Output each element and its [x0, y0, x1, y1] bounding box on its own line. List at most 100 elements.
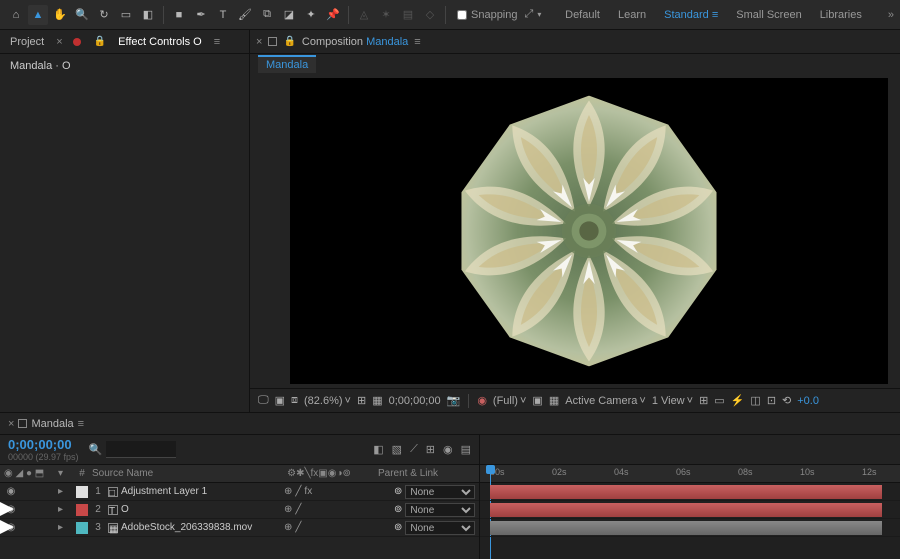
timeline-tab-mandala[interactable]: Mandala — [31, 418, 73, 430]
composition-mini-flowchart-icon[interactable]: ◧ — [373, 443, 383, 456]
layer-switches[interactable]: ⊕╱ — [280, 522, 390, 533]
transparency-icon[interactable]: ▦ — [549, 394, 559, 407]
workspace-small-screen[interactable]: Small Screen — [736, 9, 801, 21]
layer-row[interactable]: ◉ ▸ 3 ▦AdobeStock_206339838.mov ⊕╱ ⊚None — [0, 519, 479, 537]
fast-preview-icon[interactable]: ⚡ — [731, 394, 745, 407]
column-source-name[interactable]: Source Name — [90, 468, 264, 479]
color-label[interactable] — [76, 504, 88, 516]
zoom-dropdown[interactable]: (82.6%) ˅ — [304, 395, 351, 407]
lock-icon[interactable]: 🔒 — [94, 36, 106, 47]
layer-row[interactable]: ◉ ▸ 2 TO ⊕╱ ⊚None — [0, 501, 479, 519]
workspace-learn[interactable]: Learn — [618, 9, 646, 21]
tab-effect-controls[interactable]: Effect Controls O — [116, 32, 204, 52]
pen-tool-icon[interactable]: ✒ — [191, 5, 211, 25]
zoom-tool-icon[interactable]: 🔍 — [72, 5, 92, 25]
timecode-display[interactable]: 0;00;00;00 00000 (29.97 fps) — [8, 437, 79, 462]
layer-bar-2[interactable] — [490, 503, 882, 517]
close-timeline-icon[interactable]: × — [8, 418, 14, 430]
grid-icon[interactable]: ▦ — [372, 394, 382, 407]
snapping-checkbox[interactable] — [457, 10, 467, 20]
snapping-toggle[interactable]: Snapping ⤢ ▾ — [457, 8, 541, 21]
view-dropdown[interactable]: 1 View ˅ — [652, 395, 693, 407]
snapping-label: Snapping — [471, 9, 518, 21]
draft-3d-icon[interactable]: ▧ — [392, 443, 402, 456]
hand-tool-icon[interactable]: ✋ — [50, 5, 70, 25]
exposure-value[interactable]: +0.0 — [797, 395, 819, 407]
color-label[interactable] — [76, 522, 88, 534]
workspace-libraries[interactable]: Libraries — [820, 9, 862, 21]
marker-icon[interactable] — [268, 37, 277, 46]
color-label[interactable] — [76, 486, 88, 498]
pixel-aspect-icon[interactable]: ▭ — [714, 394, 724, 407]
motion-blur-icon[interactable]: ◉ — [443, 443, 453, 456]
pickwhip-icon[interactable]: ⊚ — [394, 486, 402, 497]
tab-project[interactable]: Project — [8, 32, 46, 52]
graph-editor-icon[interactable]: ▤ — [461, 443, 471, 456]
shape-tool-icon[interactable]: ■ — [169, 5, 189, 25]
panel-menu-icon[interactable]: ≡ — [414, 36, 420, 48]
twirl-icon[interactable]: ▸ — [58, 522, 63, 533]
frame-blend-icon[interactable]: ⊞ — [426, 443, 435, 456]
panel-menu-icon[interactable]: ≡ — [78, 418, 84, 430]
chevron-down-icon[interactable]: ▾ — [537, 10, 541, 19]
twirl-icon[interactable]: ▸ — [58, 504, 63, 515]
layer-switches[interactable]: ⊕╱fx — [280, 486, 390, 497]
layer-bar-3[interactable] — [490, 521, 882, 535]
parent-dropdown[interactable]: None — [405, 485, 475, 499]
viewer-subtab-mandala[interactable]: Mandala — [258, 55, 316, 73]
parent-dropdown[interactable]: None — [405, 521, 475, 535]
unit-icon[interactable]: ⊞ — [699, 394, 708, 407]
monitor-icon[interactable]: ▣ — [275, 394, 285, 407]
visibility-icon[interactable]: ◉ — [4, 486, 18, 497]
reset-exposure-icon[interactable]: ⟲ — [782, 394, 791, 407]
layer-switches[interactable]: ⊕╱ — [280, 504, 390, 515]
parent-dropdown[interactable]: None — [405, 503, 475, 517]
lock-icon[interactable]: 🔒 — [283, 36, 295, 47]
workspace-default[interactable]: Default — [565, 9, 600, 21]
layer-name[interactable]: TO — [106, 504, 280, 515]
marker-icon[interactable] — [18, 419, 27, 428]
pickwhip-icon[interactable]: ⊚ — [394, 522, 402, 533]
text-tool-icon[interactable]: T — [213, 5, 233, 25]
timeline-icon[interactable]: ◫ — [750, 394, 760, 407]
pin-tool-icon[interactable]: 📌 — [323, 5, 343, 25]
canvas[interactable] — [290, 78, 888, 384]
clone-tool-icon[interactable]: ⧉ — [257, 5, 277, 25]
camera-dropdown[interactable]: Active Camera ˅ — [565, 395, 646, 407]
pickwhip-icon[interactable]: ⊚ — [394, 504, 402, 515]
twirl-icon[interactable]: ▸ — [58, 486, 63, 497]
panel-menu-icon[interactable]: ≡ — [214, 36, 220, 48]
resolution-dropdown[interactable]: (Full) ˅ — [493, 395, 527, 407]
close-icon[interactable]: × — [56, 36, 62, 48]
layer-name[interactable]: □Adjustment Layer 1 — [106, 486, 280, 497]
layer-name[interactable]: ▦AdobeStock_206339838.mov — [106, 522, 280, 533]
timeline-track-area[interactable]: 00s02s04s06s08s10s12s — [480, 465, 900, 559]
brush-tool-icon[interactable]: 🖌 — [235, 5, 255, 25]
time-ruler[interactable]: 00s02s04s06s08s10s12s — [480, 465, 900, 483]
rectangle-tool-icon[interactable]: ▭ — [116, 5, 136, 25]
more-workspaces-icon[interactable]: » — [888, 9, 894, 21]
timecode-display[interactable]: 0;00;00;00 — [389, 395, 441, 407]
search-input[interactable] — [106, 441, 176, 458]
shy-icon[interactable]: ⟋ — [410, 443, 418, 456]
eraser-tool-icon[interactable]: ◪ — [279, 5, 299, 25]
roto-tool-icon[interactable]: ◧ — [138, 5, 158, 25]
layer-row[interactable]: ◉ ▸ 1 □Adjustment Layer 1 ⊕╱fx ⊚None — [0, 483, 479, 501]
snapshot-icon[interactable]: 📷 — [447, 394, 461, 407]
close-viewer-icon[interactable]: × — [256, 36, 262, 48]
workspace-standard[interactable]: Standard ≡ — [664, 9, 718, 21]
orbit-tool-icon[interactable]: ↻ — [94, 5, 114, 25]
snapping-options-icon[interactable]: ⤢ — [525, 8, 534, 21]
puppet-tool-icon[interactable]: ✦ — [301, 5, 321, 25]
flowchart-icon[interactable]: ⊡ — [767, 394, 776, 407]
alpha-icon[interactable]: ⧈ — [291, 394, 298, 407]
roi-icon[interactable]: ▣ — [532, 394, 542, 407]
resolution-icon[interactable]: ⊞ — [357, 394, 366, 407]
column-parent[interactable]: Parent & Link — [374, 468, 479, 479]
search-icon[interactable]: 🔍 — [89, 443, 103, 456]
layer-bar-1[interactable] — [490, 485, 882, 499]
color-channel-icon[interactable]: ◉ — [477, 394, 487, 407]
home-icon[interactable]: ⌂ — [6, 5, 26, 25]
selection-tool-icon[interactable]: ▲ — [28, 5, 48, 25]
screen-icon[interactable]: 🖵 — [258, 394, 269, 407]
